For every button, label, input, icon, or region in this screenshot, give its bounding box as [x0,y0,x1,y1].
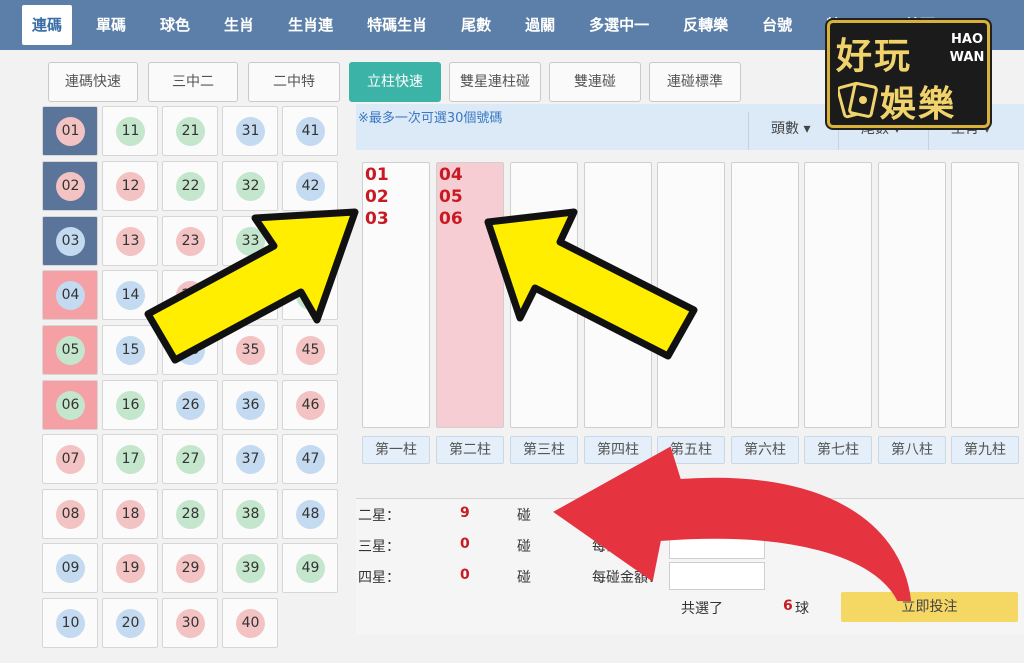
logo-text-line2: 娛樂 [880,84,957,125]
red-curved-arrow [553,446,912,601]
logo-text-line1: 好玩 [836,36,913,77]
logo-small-hao: HAO [951,32,983,47]
yellow-arrow-right [484,208,698,360]
haowan-logo: 好玩 娛樂 HAO WAN [827,20,990,128]
cards-icon [838,81,878,119]
logo-small-wan: WAN [949,50,985,65]
yellow-arrow-left [144,208,359,364]
